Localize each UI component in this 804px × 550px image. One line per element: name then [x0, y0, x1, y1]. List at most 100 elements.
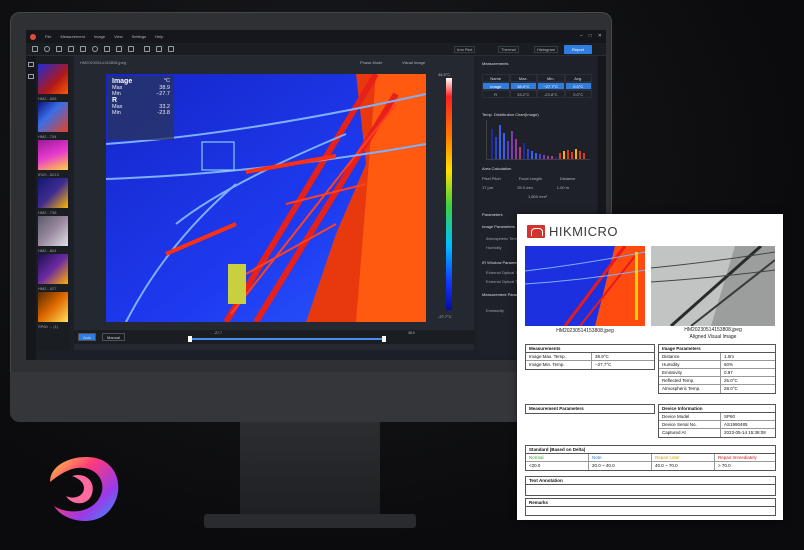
toolbar: Iron Red Thermal Histogram Report — [26, 43, 606, 56]
color-scale-bar[interactable] — [446, 78, 452, 310]
temperature-histogram — [486, 120, 590, 160]
thumbnail[interactable]: HM2...704 — [38, 102, 68, 139]
menu-view[interactable]: View — [114, 34, 123, 39]
polyline-tool-icon[interactable] — [68, 46, 74, 52]
monitor-stand — [240, 422, 380, 520]
standard-normal: Normal — [526, 454, 589, 461]
range-high-handle[interactable] — [382, 336, 386, 342]
histogram-bar — [515, 139, 517, 159]
standard-repair-later: Repair Later — [652, 454, 715, 461]
histogram-title: Temp. Distribution Chart(Image) — [482, 112, 539, 117]
histogram-bar — [531, 151, 533, 159]
menu-measurement[interactable]: Measurement — [60, 34, 84, 39]
select-tool-icon[interactable] — [32, 46, 38, 52]
emissivity-label: Emissivity — [486, 308, 504, 313]
circle-tool-icon[interactable] — [92, 46, 98, 52]
point-tool-icon[interactable] — [44, 46, 50, 52]
standard-repair-immediately: Repair Immediately — [718, 455, 757, 460]
save-icon[interactable] — [144, 46, 150, 52]
delete-tool-icon[interactable] — [128, 46, 134, 52]
phase-mode-tab[interactable]: Phase Mode — [360, 60, 382, 65]
menu-bar: File Measurement Image View Settings Hel… — [26, 30, 606, 43]
histogram-bar — [491, 129, 493, 159]
area-values[interactable]: 17 μm 25.0 mm 1.00 m — [482, 185, 569, 190]
text-annotation-section: Text Annotation — [525, 476, 776, 496]
image-params-title: Image Parameters — [482, 224, 515, 229]
area-result: 1,800 mm² — [528, 194, 548, 199]
stage: { "app": { "menu": ["File","Measurement"… — [0, 0, 804, 550]
image-parameters-section: Image Parameters Distance 1.0m Humidity 60… — [658, 344, 776, 394]
histogram-bar — [543, 155, 545, 159]
device-information-section: Device Information Device Model SP60 Devi… — [658, 404, 776, 438]
histogram-bar — [583, 153, 585, 159]
area-headers: Pixel Pitch Focal Length Distance — [482, 176, 576, 181]
atm-temp-label: Atmospheric Temp. — [486, 236, 521, 241]
caption-visual-file: HM20230514153808.jpeg — [684, 327, 742, 333]
crop-icon[interactable] — [168, 46, 174, 52]
minimize-icon[interactable]: – — [580, 33, 583, 39]
report-preview: HIKMICRO HM20230514153808.jpeg HM2023051… — [517, 214, 783, 520]
range-bar: Auto Manual -27.7 38.9 — [74, 330, 474, 344]
measurements-title: Measurements — [482, 61, 509, 66]
area-title: Area Calculation — [482, 166, 512, 171]
range-low-handle[interactable] — [188, 336, 192, 342]
remarks-section: Remarks — [525, 498, 776, 516]
thumbnail[interactable]: HM2...808 — [38, 64, 68, 101]
caption-thermal: HM20230514153808.jpeg — [556, 328, 614, 334]
thumbnail-list: HM2...808 HM2...704 IR20...5213 HM2...73… — [36, 56, 70, 350]
histogram-bar — [495, 137, 497, 159]
hikmicro-logo-icon — [527, 225, 545, 238]
range-low-label: -27.7 — [214, 331, 222, 335]
mode-select[interactable]: Thermal — [498, 46, 519, 53]
histogram-select[interactable]: Histogram — [534, 46, 559, 53]
histogram-bar — [539, 154, 541, 159]
menu-image[interactable]: Image — [94, 34, 105, 39]
menu-settings[interactable]: Settings — [132, 34, 146, 39]
monitor-foot — [204, 514, 416, 528]
auto-button[interactable]: Auto — [78, 333, 97, 341]
maximize-icon[interactable]: □ — [589, 33, 592, 39]
text-tool-icon[interactable] — [116, 46, 122, 52]
folder-icon[interactable] — [28, 74, 34, 79]
thumbnail[interactable]: HM2...738 — [38, 178, 68, 215]
menu-file[interactable]: File — [45, 34, 51, 39]
histogram-bar — [555, 157, 557, 159]
thumbnail[interactable]: HM2...027 — [38, 254, 68, 291]
image-viewer: HM20230514153808.jpeg Phase Mode Visual … — [74, 56, 474, 350]
line-tool-icon[interactable] — [56, 46, 62, 52]
histogram-bar — [511, 131, 513, 159]
export-icon[interactable] — [156, 46, 162, 52]
histogram-bar — [567, 150, 569, 159]
palette-select[interactable]: Iron Red — [454, 46, 476, 53]
report-thermal-image — [525, 246, 645, 326]
thumbnail[interactable]: HM2...804 — [38, 216, 68, 253]
gallery-icon[interactable] — [28, 62, 34, 67]
range-slider[interactable] — [190, 338, 384, 340]
scale-min-label: -27.7°C — [438, 314, 452, 319]
histogram-bar — [563, 151, 565, 159]
histogram-bar — [551, 156, 553, 159]
table-row[interactable]: Image 38.9°C −27.7°C 0.0°C — [482, 82, 592, 90]
range-high-label: 38.9 — [408, 331, 415, 335]
histogram-bar — [519, 147, 521, 159]
polygon-tool-icon[interactable] — [104, 46, 110, 52]
histogram-bar — [579, 151, 581, 159]
histogram-bar — [547, 156, 549, 159]
histogram-bar — [575, 149, 577, 159]
histogram-bar — [535, 153, 537, 159]
thumbnail[interactable]: SP60 ... (1) — [38, 292, 68, 329]
report-visual-image — [651, 246, 775, 326]
visual-image-tab[interactable]: Visual Image — [402, 60, 425, 65]
table-row[interactable]: R 33.2°C -23.8°C 0.0°C — [482, 90, 592, 98]
manual-button[interactable]: Manual — [102, 333, 126, 341]
report-button[interactable]: Report — [564, 45, 592, 54]
parameters-title: Parameters — [482, 212, 503, 217]
menu-help[interactable]: Help — [155, 34, 163, 39]
left-icon-bar — [26, 56, 36, 360]
histogram-bar — [571, 152, 573, 159]
close-icon[interactable]: ✕ — [598, 33, 602, 39]
rectangle-tool-icon[interactable] — [80, 46, 86, 52]
thumbnail[interactable]: IR20...5213 — [38, 140, 68, 177]
scale-max-label: 38.9°C — [438, 72, 451, 77]
measurements-section: Measurements Image:Max. Temp. 38.9°C Imag… — [525, 344, 655, 370]
